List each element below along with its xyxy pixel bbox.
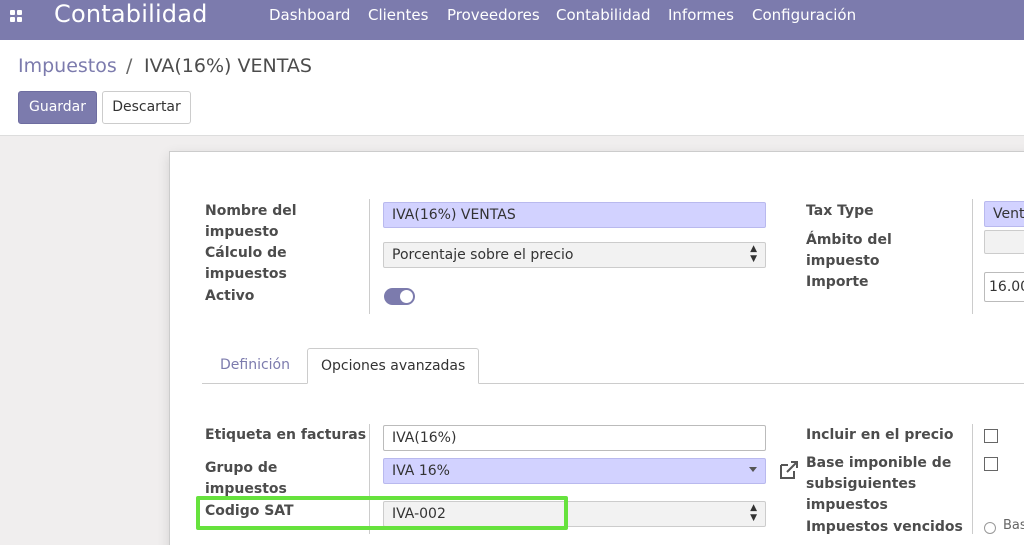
include-price-label: Incluir en el precio [806, 427, 954, 443]
control-panel: Impuestos / IVA(16%) VENTAS Guardar Desc… [0, 40, 1024, 136]
scope-label: Ámbito del impuesto [806, 232, 892, 269]
nav-clientes[interactable]: Clientes [368, 6, 428, 24]
breadcrumb-current: IVA(16%) VENTAS [144, 55, 312, 77]
discard-button[interactable]: Descartar [102, 91, 191, 124]
nav-contabilidad[interactable]: Contabilidad [556, 6, 651, 24]
base-checkbox[interactable] [984, 457, 998, 471]
scope-select[interactable] [984, 230, 1024, 254]
apps-grid-icon[interactable] [10, 10, 24, 24]
nav-dashboard[interactable]: Dashboard [269, 6, 350, 24]
nav-configuracion[interactable]: Configuración [752, 6, 856, 24]
sat-code-value: IVA-002 [392, 506, 446, 522]
group-select[interactable]: IVA 16% [383, 458, 766, 484]
tax-type-select[interactable]: Vent [984, 201, 1024, 227]
group-label: Grupo de impuestos [205, 460, 287, 497]
dropdown-caret-icon [749, 467, 757, 472]
external-link-icon[interactable] [778, 459, 800, 481]
amount-label: Importe [806, 274, 869, 290]
calc-select[interactable]: Porcentaje sobre el precio ▲ ▼ [383, 242, 766, 268]
sat-code-label: Codigo SAT [205, 503, 294, 519]
invoice-label-label: Etiqueta en facturas [205, 427, 367, 443]
advanced-label-divider [369, 424, 370, 534]
due-radio[interactable] [984, 522, 996, 534]
active-label: Activo [205, 288, 255, 304]
calc-label: Cálculo de impuestos [205, 245, 287, 282]
include-price-checkbox[interactable] [984, 429, 998, 443]
breadcrumb-parent[interactable]: Impuestos [18, 55, 117, 77]
name-label: Nombre del impuesto [205, 203, 297, 240]
due-radio-label: Bas [1003, 518, 1024, 533]
select-caret-icon: ▲ ▼ [750, 244, 757, 264]
name-input[interactable]: IVA(16%) VENTAS [383, 202, 766, 228]
invoice-label-input[interactable]: IVA(16%) [383, 425, 766, 451]
label-divider [369, 199, 370, 314]
sat-code-select[interactable]: IVA-002 ▲ ▼ [383, 501, 766, 527]
amount-input[interactable]: 16.00 [984, 272, 1024, 302]
tab-definicion[interactable]: Definición [207, 348, 303, 384]
breadcrumb-separator: / [126, 55, 133, 77]
select-caret-icon: ▲ ▼ [750, 503, 757, 523]
active-toggle[interactable] [384, 288, 415, 305]
app-title: Contabilidad [54, 0, 208, 28]
top-navbar: Contabilidad Dashboard Clientes Proveedo… [0, 0, 1024, 40]
form-sheet: Nombre del impuesto Cálculo de impuestos… [169, 151, 1024, 545]
nav-proveedores[interactable]: Proveedores [447, 6, 540, 24]
nav-informes[interactable]: Informes [668, 6, 734, 24]
group-select-value: IVA 16% [392, 463, 450, 479]
tab-opciones-avanzadas[interactable]: Opciones avanzadas [307, 348, 480, 384]
base-label: Base imponible de subsiguientes impuesto… [806, 455, 952, 513]
calc-select-value: Porcentaje sobre el precio [392, 247, 574, 263]
due-taxes-label: Impuestos vencidos [806, 519, 963, 535]
tax-type-label: Tax Type [806, 203, 874, 219]
advanced-right-divider [972, 424, 973, 534]
save-button[interactable]: Guardar [18, 91, 97, 124]
right-label-divider [972, 199, 973, 314]
